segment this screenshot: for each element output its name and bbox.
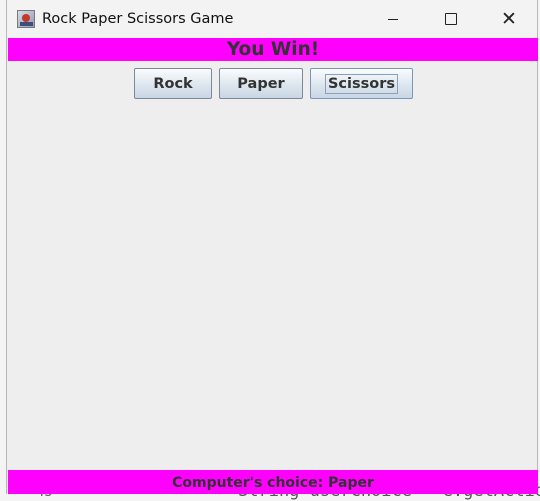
- rock-button[interactable]: Rock: [134, 68, 212, 99]
- game-window: Rock Paper Scissors Game ✕ You Win! Rock…: [6, 0, 538, 494]
- title-bar[interactable]: Rock Paper Scissors Game ✕: [7, 0, 537, 38]
- result-label: You Win!: [8, 38, 538, 61]
- java-app-icon: [17, 10, 35, 28]
- paper-button-label: Paper: [237, 75, 285, 92]
- scissors-button[interactable]: Scissors: [310, 68, 413, 99]
- computer-choice-label: Computer's choice: Paper: [8, 470, 538, 494]
- maximize-button[interactable]: [428, 0, 474, 38]
- rock-button-label: Rock: [153, 75, 193, 92]
- close-icon: ✕: [501, 8, 517, 30]
- minimize-icon: [388, 18, 398, 20]
- paper-button[interactable]: Paper: [219, 68, 303, 99]
- scissors-button-label: Scissors: [324, 73, 398, 94]
- maximize-icon: [445, 13, 457, 25]
- close-button[interactable]: ✕: [486, 0, 532, 38]
- window-title: Rock Paper Scissors Game: [42, 11, 234, 27]
- minimize-button[interactable]: [370, 0, 416, 38]
